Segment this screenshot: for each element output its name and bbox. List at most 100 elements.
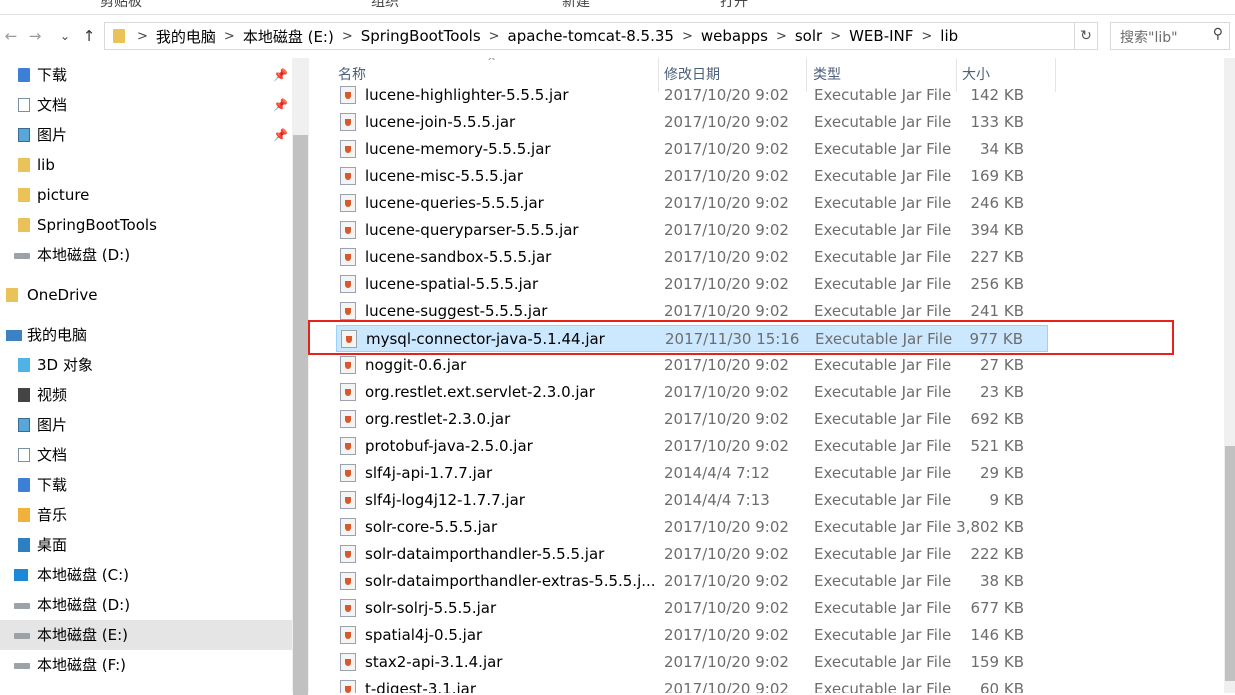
file-row[interactable]: spatial4j-0.5.jar 2017/10/20 9:02 Executab… (336, 622, 1048, 649)
chevron-right-icon[interactable]: > (774, 29, 789, 44)
sidebar-item-videos[interactable]: 视频 (0, 380, 292, 410)
ribbon-group-organize[interactable]: 组织 (371, 0, 399, 11)
sidebar-item-lib[interactable]: lib (0, 150, 292, 180)
breadcrumb-item[interactable]: apache-tomcat-8.5.35 (502, 27, 680, 45)
column-divider[interactable] (1055, 58, 1056, 92)
file-row[interactable]: org.restlet-2.3.0.jar 2017/10/20 9:02 Exec… (336, 406, 1048, 433)
file-date: 2017/10/20 9:02 (664, 167, 789, 185)
breadcrumb-item[interactable]: SpringBootTools (355, 27, 487, 45)
file-name: lucene-memory-5.5.5.jar (365, 140, 551, 158)
file-row[interactable]: protobuf-java-2.5.0.jar 2017/10/20 9:02 Ex… (336, 433, 1048, 460)
pin-icon[interactable]: 📌 (273, 90, 288, 120)
file-type: Executable Jar File (814, 599, 952, 617)
back-button[interactable]: ← (0, 24, 22, 48)
file-row[interactable]: slf4j-log4j12-1.7.7.jar 2014/4/4 7:13 Exec… (336, 487, 1048, 514)
sidebar-item-drive-c[interactable]: 本地磁盘 (C:) (0, 560, 292, 590)
sidebar-item-documents[interactable]: 文档 (0, 440, 292, 470)
breadcrumb-item[interactable]: 本地磁盘 (E:) (237, 26, 340, 47)
file-size: 23 KB (980, 383, 1024, 401)
file-row[interactable]: solr-dataimporthandler-extras-5.5.5.j...… (336, 568, 1048, 595)
file-row[interactable]: lucene-memory-5.5.5.jar 2017/10/20 9:02 Ex… (336, 136, 1048, 163)
breadcrumb-item[interactable]: 我的电脑 (150, 26, 222, 47)
sidebar-item-picture[interactable]: picture (0, 180, 292, 210)
ribbon-group-new[interactable]: 新建 (562, 0, 590, 11)
pin-icon[interactable]: 📌 (273, 60, 288, 90)
file-name: spatial4j-0.5.jar (365, 626, 483, 644)
search-input[interactable]: 搜索"lib" (1120, 27, 1178, 47)
file-name: solr-dataimporthandler-extras-5.5.5.j... (365, 572, 656, 590)
file-type: Executable Jar File (814, 167, 952, 185)
chevron-right-icon[interactable]: > (222, 29, 237, 44)
file-name: solr-dataimporthandler-5.5.5.jar (365, 545, 605, 563)
chevron-right-icon[interactable]: > (487, 29, 502, 44)
sidebar-item-quick-download[interactable]: 下载 📌 (0, 60, 292, 90)
file-row[interactable]: lucene-queries-5.5.5.jar 2017/10/20 9:02 E… (336, 190, 1048, 217)
file-row[interactable]: lucene-join-5.5.5.jar 2017/10/20 9:02 Exec… (336, 109, 1048, 136)
file-row[interactable]: lucene-spatial-5.5.5.jar 2017/10/20 9:02 E… (336, 271, 1048, 298)
sidebar-item-downloads[interactable]: 下载 (0, 470, 292, 500)
file-row[interactable]: lucene-queryparser-5.5.5.jar 2017/10/20 9… (336, 217, 1048, 244)
file-size: 692 KB (970, 410, 1024, 428)
breadcrumb-item-current[interactable]: lib (934, 27, 964, 45)
chevron-right-icon[interactable]: > (135, 29, 150, 44)
sidebar-item-drive-e[interactable]: 本地磁盘 (E:) (0, 620, 292, 650)
sidebar-item-springboottools[interactable]: SpringBootTools (0, 210, 292, 240)
chevron-down-icon: ⌄ (59, 29, 71, 43)
file-row[interactable]: solr-core-5.5.5.jar 2017/10/20 9:02 Execut… (336, 514, 1048, 541)
sidebar-scrollbar[interactable] (292, 58, 309, 695)
search-box[interactable]: 搜索"lib" ⚲ (1110, 22, 1230, 50)
file-row[interactable]: t-digest-3.1.jar 2017/10/20 9:02 Executabl… (336, 676, 1048, 693)
file-row[interactable]: org.restlet.ext.servlet-2.3.0.jar 2017/10… (336, 379, 1048, 406)
sidebar-item-label: 桌面 (37, 536, 68, 554)
refresh-button[interactable]: ↻ (1074, 23, 1097, 49)
sort-ascending-icon: ^ (487, 58, 497, 68)
jar-file-icon (340, 464, 356, 482)
sidebar-item-3d-objects[interactable]: 3D 对象 (0, 350, 292, 380)
file-row[interactable]: lucene-misc-5.5.5.jar 2017/10/20 9:02 Exec… (336, 163, 1048, 190)
file-size: 227 KB (970, 248, 1024, 266)
sidebar-item-quick-pictures[interactable]: 图片 📌 (0, 120, 292, 150)
file-list-scrollbar[interactable] (1224, 58, 1235, 693)
file-name: slf4j-api-1.7.7.jar (365, 464, 493, 482)
file-list-scrollbar-thumb[interactable] (1225, 446, 1235, 681)
drive-icon (14, 663, 30, 669)
forward-button[interactable]: → (24, 24, 46, 48)
sidebar-item-drive-d-quick[interactable]: 本地磁盘 (D:) (0, 240, 292, 270)
address-bar[interactable]: > 我的电脑 > 本地磁盘 (E:) > SpringBootTools > a… (104, 22, 1098, 50)
file-row[interactable]: lucene-sandbox-5.5.5.jar 2017/10/20 9:02 E… (336, 244, 1048, 271)
sidebar-item-this-pc[interactable]: 我的电脑 (0, 320, 292, 350)
sidebar-scrollbar-thumb[interactable] (293, 135, 308, 695)
chevron-right-icon[interactable]: > (340, 29, 355, 44)
file-row[interactable]: noggit-0.6.jar 2017/10/20 9:02 Executable … (336, 352, 1048, 379)
sidebar-item-drive-f[interactable]: 本地磁盘 (F:) (0, 650, 292, 680)
file-size: 3,802 KB (956, 518, 1024, 536)
sidebar-item-music[interactable]: 音乐 (0, 500, 292, 530)
file-row[interactable]: solr-dataimporthandler-5.5.5.jar 2017/10/… (336, 541, 1048, 568)
ribbon-group-open[interactable]: 打开 (720, 0, 748, 11)
ribbon-group-clipboard[interactable]: 剪贴板 (100, 0, 142, 11)
search-icon[interactable]: ⚲ (1213, 26, 1223, 42)
breadcrumb-item[interactable]: WEB-INF (843, 27, 919, 45)
drive-icon (14, 603, 30, 609)
file-row[interactable]: slf4j-api-1.7.7.jar 2014/4/4 7:12 Executab… (336, 460, 1048, 487)
pin-icon[interactable]: 📌 (273, 120, 288, 150)
file-row[interactable]: stax2-api-3.1.4.jar 2017/10/20 9:02 Execut… (336, 649, 1048, 676)
chevron-right-icon[interactable]: > (680, 29, 695, 44)
chevron-right-icon[interactable]: > (919, 29, 934, 44)
chevron-right-icon[interactable]: > (828, 29, 843, 44)
file-row[interactable]: solr-solrj-5.5.5.jar 2017/10/20 9:02 Execu… (336, 595, 1048, 622)
sidebar-item-desktop[interactable]: 桌面 (0, 530, 292, 560)
sidebar-item-drive-d[interactable]: 本地磁盘 (D:) (0, 590, 292, 620)
file-name: stax2-api-3.1.4.jar (365, 653, 503, 671)
sidebar-item-onedrive[interactable]: OneDrive (0, 280, 292, 310)
file-size: 256 KB (970, 275, 1024, 293)
folder-icon (18, 188, 30, 202)
up-button[interactable]: ↑ (78, 24, 100, 48)
file-row[interactable]: lucene-highlighter-5.5.5.jar 2017/10/20 9… (336, 82, 1048, 109)
sidebar-item-pictures[interactable]: 图片 (0, 410, 292, 440)
recent-locations-button[interactable]: ⌄ (54, 24, 76, 48)
breadcrumb-item[interactable]: webapps (695, 27, 774, 45)
sidebar-item-quick-documents[interactable]: 文档 📌 (0, 90, 292, 120)
sidebar-item-label: SpringBootTools (37, 216, 157, 234)
breadcrumb-item[interactable]: solr (789, 27, 828, 45)
